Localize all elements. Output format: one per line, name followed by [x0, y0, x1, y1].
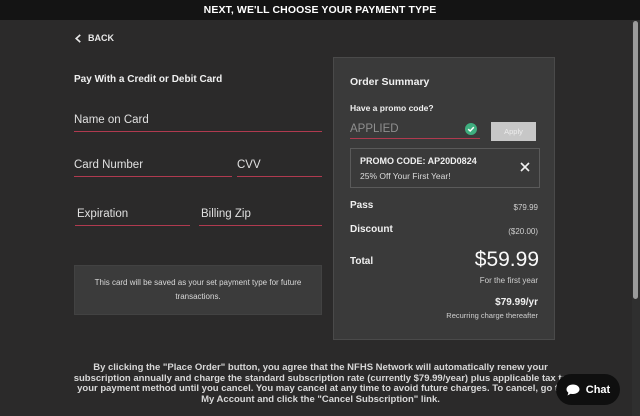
applied-promo-card: PROMO CODE: AP20D0824 25% Off Your First… [350, 148, 540, 188]
cvv-field[interactable]: CVV [237, 157, 322, 177]
back-link[interactable]: BACK [74, 32, 114, 44]
promo-code-value: APPLIED [350, 123, 399, 135]
discount-label: Discount [350, 224, 393, 235]
recurring-price: $79.99/yr [495, 297, 538, 308]
chat-label: Chat [585, 383, 611, 396]
expiration-placeholder: Expiration [77, 208, 129, 220]
chat-button[interactable]: Chat [556, 374, 620, 405]
close-icon[interactable] [520, 162, 530, 172]
back-label: BACK [88, 33, 114, 43]
applied-promo-description: 25% Off Your First Year! [360, 171, 451, 181]
page-header-title: NEXT, WE'LL CHOOSE YOUR PAYMENT TYPE [203, 4, 437, 16]
recurring-note: Recurring charge thereafter [446, 311, 538, 320]
card-number-field[interactable]: Card Number [74, 157, 232, 177]
apply-promo-button[interactable]: Apply [491, 122, 536, 141]
total-price: $59.99 [474, 248, 539, 271]
chat-bubble-icon [566, 384, 580, 395]
applied-promo-code: PROMO CODE: AP20D0824 [360, 156, 477, 166]
order-summary-title: Order Summary [350, 76, 430, 88]
renewal-terms-text: By clicking the "Place Order" button, yo… [73, 362, 568, 405]
billing-zip-placeholder: Billing Zip [201, 208, 251, 220]
page-header-bar: NEXT, WE'LL CHOOSE YOUR PAYMENT TYPE [0, 0, 640, 20]
discount-amount: ($20.00) [508, 227, 538, 236]
pass-label: Pass [350, 200, 374, 211]
total-price-note: For the first year [479, 276, 538, 285]
promo-code-input[interactable]: APPLIED [350, 120, 480, 139]
card-section-title: Pay With a Credit or Debit Card [74, 74, 223, 85]
pass-price: $79.99 [513, 203, 538, 212]
cvv-placeholder: CVV [237, 159, 261, 171]
scrollbar-thumb[interactable] [633, 21, 638, 299]
saved-card-note-text: This card will be saved as your set paym… [94, 278, 302, 301]
name-on-card-placeholder: Name on Card [74, 114, 149, 126]
name-on-card-field[interactable]: Name on Card [74, 112, 322, 132]
chevron-left-icon [74, 33, 81, 43]
billing-zip-field[interactable]: Billing Zip [199, 206, 322, 226]
expiration-field[interactable]: Expiration [75, 206, 190, 226]
order-summary-panel: Order Summary Have a promo code? APPLIED… [333, 57, 555, 340]
check-circle-icon [465, 123, 477, 135]
card-number-placeholder: Card Number [74, 159, 144, 171]
total-label: Total [350, 256, 374, 267]
promo-prompt: Have a promo code? [350, 103, 434, 113]
saved-card-note: This card will be saved as your set paym… [74, 265, 322, 315]
